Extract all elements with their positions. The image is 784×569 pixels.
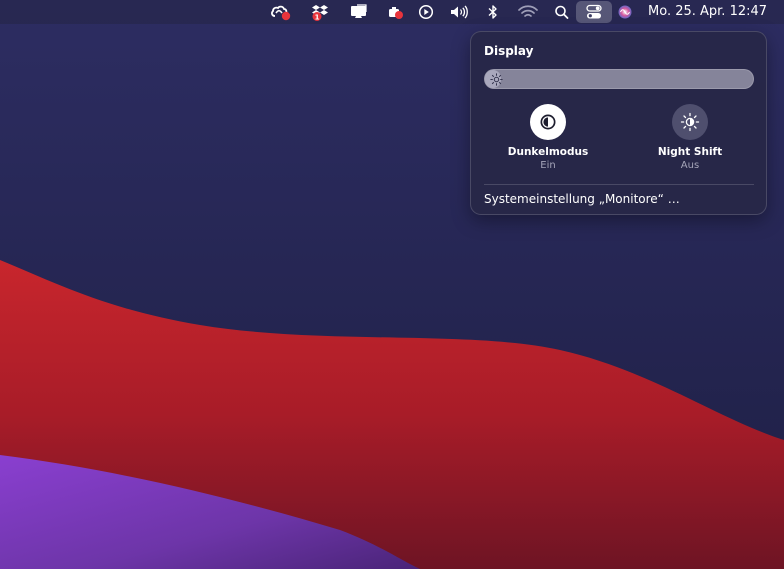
night-shift-label: Night Shift xyxy=(657,146,723,158)
dark-mode-label: Dunkelmodus xyxy=(507,146,589,158)
creative-cloud-icon[interactable] xyxy=(270,2,292,22)
dropbox-icon[interactable]: 1 xyxy=(310,2,332,22)
volume-icon[interactable] xyxy=(448,2,470,22)
dark-mode-toggle[interactable] xyxy=(530,104,566,140)
brightness-icon xyxy=(490,73,503,86)
bluetooth-icon[interactable] xyxy=(484,2,502,22)
display-settings-link[interactable]: Systemeinstellung „Monitore“ … xyxy=(484,192,680,206)
menu-bar: 1 Mo. 25. Apr. 12:47 xyxy=(0,0,784,24)
desktop: 1 Mo. 25. Apr. 12:47 Display Dunkelmodus… xyxy=(0,0,784,569)
control-center-icon[interactable] xyxy=(576,1,612,23)
siri-icon[interactable] xyxy=(614,2,636,22)
recording-icon[interactable] xyxy=(386,2,406,22)
display-mirroring-icon[interactable] xyxy=(348,2,370,22)
dropbox-badge: 1 xyxy=(315,14,320,22)
panel-title: Display xyxy=(484,44,534,58)
spotlight-search-icon[interactable] xyxy=(552,2,572,22)
brightness-slider[interactable] xyxy=(484,69,754,89)
night-shift-icon xyxy=(680,112,700,132)
menu-bar-clock[interactable]: Mo. 25. Apr. 12:47 xyxy=(648,0,767,24)
dark-mode-state: Ein xyxy=(540,160,556,171)
night-shift-toggle[interactable] xyxy=(672,104,708,140)
dark-mode-icon xyxy=(540,114,556,130)
wifi-icon[interactable] xyxy=(516,2,540,22)
play-icon[interactable] xyxy=(416,2,436,22)
night-shift-state: Aus xyxy=(680,160,700,171)
panel-divider xyxy=(484,184,754,185)
display-panel: Display Dunkelmodus Ein Night Shift Aus … xyxy=(470,31,767,215)
